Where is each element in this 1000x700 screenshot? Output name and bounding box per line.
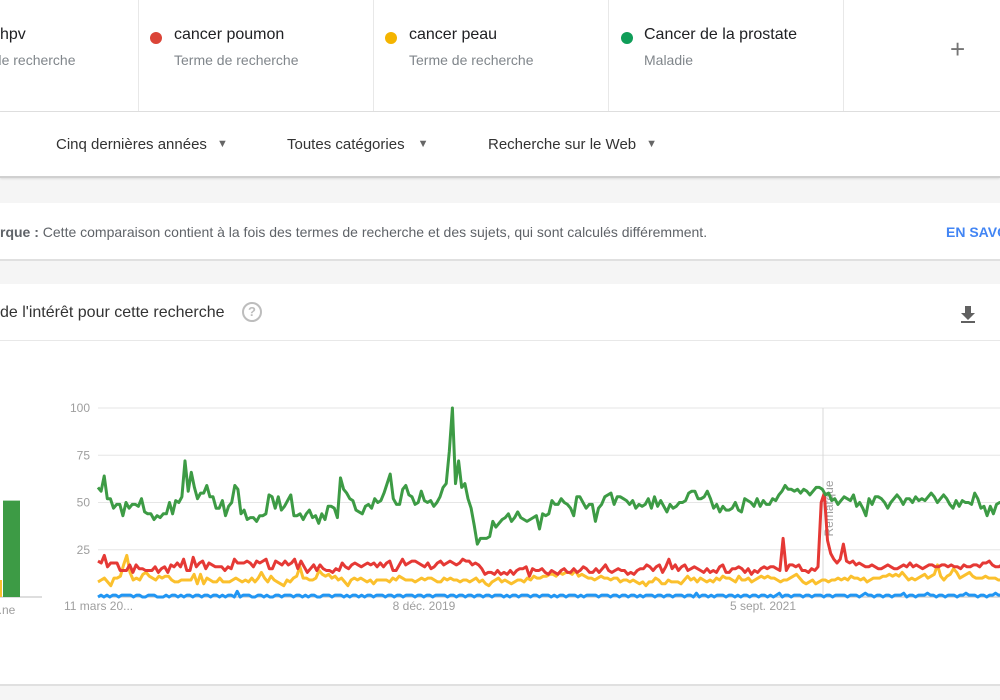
learn-more-link[interactable]: EN SAVO: [946, 224, 1000, 240]
series-color-dot: [621, 32, 633, 44]
term-type: Terme de recherche: [0, 52, 76, 68]
term-card-cancer-peau[interactable]: cancer peau Terme de recherche: [374, 0, 609, 111]
comparison-notice: rque : Cette comparaison contient à la f…: [0, 203, 1000, 261]
category-dropdown[interactable]: Toutes catégories ▼: [287, 136, 428, 153]
term-name: cancer poumon: [174, 26, 285, 43]
average-bar-cancer-prostate: [3, 500, 20, 597]
y-tick-label: 25: [77, 543, 91, 557]
search-type-dropdown[interactable]: Recherche sur le Web ▼: [488, 136, 657, 153]
term-card-cancer-poumon[interactable]: cancer poumon Terme de recherche: [139, 0, 374, 111]
caret-down-icon: ▼: [216, 138, 228, 150]
comparison-terms-bar: hpv Terme de recherche cancer poumon Ter…: [0, 0, 1000, 112]
y-tick-label: 50: [77, 496, 91, 510]
download-icon[interactable]: [958, 304, 978, 324]
add-comparison-button[interactable]: +: [950, 34, 965, 65]
interest-line-chart: 100755025...neRemarque11 mars 20...8 déc…: [0, 401, 1000, 617]
notice-text: rque : Cette comparaison contient à la f…: [0, 224, 707, 240]
average-bar-cancer-peau: [0, 579, 2, 597]
term-name: hpv: [0, 26, 26, 43]
series-line-cancer-de-la-prostate: [96, 406, 1000, 546]
average-label: ...ne: [0, 603, 16, 617]
x-tick-label: 5 sept. 2021: [730, 599, 796, 613]
x-tick-label: 8 déc. 2019: [393, 599, 456, 613]
search-type-label: Recherche sur le Web: [488, 136, 637, 153]
series-color-dot: [385, 32, 397, 44]
y-tick-label: 100: [70, 401, 90, 415]
panel-header: de l'intérêt pour cette recherche ?: [0, 284, 1000, 341]
term-name: cancer peau: [409, 26, 498, 43]
x-tick-label: 11 mars 20...: [64, 599, 133, 613]
series-line-hpv: [97, 589, 1000, 599]
term-type: Terme de recherche: [409, 52, 534, 68]
notice-prefix: rque :: [0, 224, 39, 240]
series-line-cancer-poumon: [97, 491, 1000, 578]
term-card-cancer-prostate[interactable]: Cancer de la prostate Maladie: [609, 0, 844, 111]
term-name: Cancer de la prostate: [644, 26, 797, 43]
period-label: Cinq dernières années: [56, 136, 207, 153]
panel-title: de l'intérêt pour cette recherche: [0, 304, 225, 321]
term-card-hpv[interactable]: hpv Terme de recherche: [0, 0, 139, 111]
term-type: Maladie: [644, 52, 694, 68]
term-type: Terme de recherche: [174, 52, 299, 68]
series-color-dot: [150, 32, 162, 44]
notice-body: Cette comparaison contient à la fois des…: [42, 224, 708, 240]
filter-bar: Cinq dernières années ▼ Toutes catégories…: [0, 112, 1000, 178]
category-label: Toutes catégories: [287, 136, 405, 153]
help-icon[interactable]: ?: [242, 302, 262, 322]
period-dropdown[interactable]: Cinq dernières années ▼: [56, 136, 228, 153]
caret-down-icon: ▼: [417, 138, 429, 150]
caret-down-icon: ▼: [646, 138, 658, 150]
y-tick-label: 75: [77, 448, 91, 462]
